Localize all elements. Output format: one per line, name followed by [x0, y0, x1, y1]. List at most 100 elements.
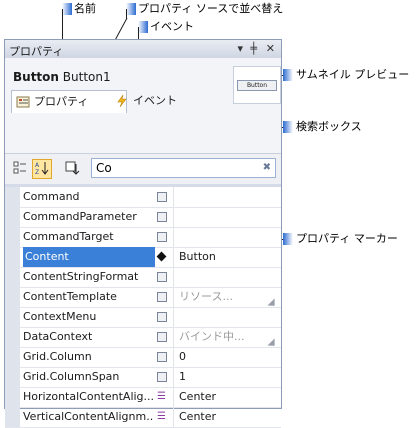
row-gutter — [5, 407, 20, 427]
properties-window: プロパティ ▾ ╪ ✕ Button Button1 プロパティ イベント Bu… — [4, 39, 282, 428]
property-marker-icon[interactable] — [157, 192, 167, 202]
alphabetical-sort-button[interactable]: AZ — [32, 159, 52, 179]
property-marker-icon[interactable]: ☰ — [157, 392, 167, 402]
property-row[interactable]: Command — [5, 187, 281, 208]
tab-events[interactable]: イベント — [111, 90, 203, 112]
row-gutter — [5, 227, 20, 247]
property-value[interactable]: 0 — [179, 347, 186, 367]
property-name: CommandTarget — [23, 230, 114, 243]
property-name: Grid.ColumnSpan — [23, 370, 120, 383]
column-divider — [173, 267, 174, 287]
property-row[interactable]: DataContext バインド中... — [5, 327, 281, 348]
tab-properties[interactable]: プロパティ — [11, 90, 127, 113]
sort-az-icon: AZ — [35, 162, 49, 176]
property-row[interactable]: ContentStringFormat — [5, 267, 281, 288]
property-name: Content — [23, 247, 155, 267]
search-input[interactable] — [92, 159, 256, 177]
row-gutter — [5, 367, 20, 387]
column-divider — [173, 227, 174, 247]
selection-header: Button Button1 プロパティ イベント Button — [5, 58, 281, 153]
svg-text:Z: Z — [35, 169, 39, 176]
row-gutter — [5, 327, 20, 347]
sort-source-icon — [65, 161, 80, 175]
property-value[interactable]: Center — [179, 407, 216, 427]
property-row[interactable]: HorizontalContentAlig... ☰ Center — [5, 387, 281, 408]
column-divider — [173, 407, 174, 427]
callout-search-box: 検索ボックス — [296, 120, 362, 133]
property-marker-icon[interactable] — [157, 212, 167, 222]
property-row[interactable]: VerticalContentAlignm... ☰ Center — [5, 407, 281, 428]
row-gutter — [5, 207, 20, 227]
callout-bar-search — [283, 121, 293, 133]
property-row[interactable]: ContentTemplate リソース... — [5, 287, 281, 308]
pin-icon[interactable]: ╪ — [250, 42, 257, 55]
row-gutter — [5, 247, 20, 267]
property-name: ContextMenu — [23, 310, 97, 323]
row-gutter — [5, 307, 20, 327]
clear-search-icon[interactable]: ✖ — [263, 162, 271, 173]
property-name: HorizontalContentAlig... — [23, 390, 153, 403]
property-value[interactable]: 1 — [179, 367, 186, 387]
column-divider — [173, 387, 174, 407]
callout-bar-sort — [126, 3, 136, 15]
toolbar: AZ ✖ — [5, 153, 281, 184]
window-title: プロパティ — [9, 45, 64, 58]
property-marker-icon[interactable] — [157, 372, 167, 382]
property-marker-icon[interactable] — [157, 292, 167, 302]
property-value[interactable]: Center — [179, 387, 216, 407]
property-grid: Command CommandParameter CommandTarget Cont… — [5, 187, 281, 428]
callout-event: イベント — [150, 20, 194, 33]
property-marker-icon[interactable] — [157, 332, 167, 342]
dropdown-corner-icon[interactable] — [267, 338, 275, 346]
property-row[interactable]: CommandTarget — [5, 227, 281, 248]
property-marker-icon[interactable] — [157, 312, 167, 322]
tab-properties-label: プロパティ — [34, 95, 89, 108]
property-name: ContentStringFormat — [23, 270, 139, 283]
close-icon[interactable]: ✕ — [266, 42, 275, 55]
property-name: DataContext — [23, 330, 93, 343]
properties-icon — [16, 95, 30, 109]
property-value[interactable]: Button — [179, 247, 216, 267]
column-divider — [173, 287, 174, 307]
property-marker-icon[interactable] — [157, 232, 167, 242]
category-sort-button[interactable] — [10, 159, 30, 179]
property-name: ContentTemplate — [23, 290, 117, 303]
property-name: Command — [23, 190, 80, 203]
category-icon — [13, 161, 26, 174]
callout-thumbnail: サムネイル プレビュー — [296, 68, 410, 81]
source-sort-button[interactable] — [62, 159, 82, 179]
property-row[interactable]: Grid.Column 0 — [5, 347, 281, 368]
title-bar: プロパティ ▾ ╪ ✕ — [5, 40, 281, 59]
column-divider — [173, 207, 174, 227]
property-marker-icon[interactable] — [157, 352, 167, 362]
property-marker-icon[interactable] — [157, 272, 167, 282]
search-box[interactable]: ✖ — [91, 158, 276, 178]
row-gutter — [5, 267, 20, 287]
dropdown-icon[interactable]: ▾ — [237, 42, 243, 55]
property-marker-icon[interactable] — [157, 252, 167, 262]
callout-bar-event — [138, 21, 148, 33]
column-divider — [173, 327, 174, 347]
column-divider — [173, 307, 174, 327]
property-value[interactable]: リソース... — [179, 287, 233, 307]
property-row[interactable]: Grid.ColumnSpan 1 — [5, 367, 281, 388]
property-name: CommandParameter — [23, 210, 137, 223]
callout-name: 名前 — [74, 2, 96, 15]
property-row[interactable]: ContextMenu — [5, 307, 281, 328]
row-gutter — [5, 287, 20, 307]
dropdown-corner-icon[interactable] — [267, 298, 275, 306]
row-gutter — [5, 387, 20, 407]
property-row[interactable]: CommandParameter — [5, 207, 281, 228]
row-gutter — [5, 187, 20, 207]
callout-bar-marker — [283, 233, 293, 245]
column-divider — [173, 347, 174, 367]
svg-text:A: A — [35, 162, 40, 169]
column-divider — [173, 367, 174, 387]
property-value[interactable]: バインド中... — [179, 327, 245, 347]
thumbnail-button: Button — [237, 80, 277, 91]
property-row[interactable]: Content Button — [5, 247, 281, 268]
element-name: Button1 — [62, 70, 111, 84]
thumbnail-preview: Button — [233, 66, 281, 104]
callout-property-marker: プロパティ マーカー — [296, 232, 398, 245]
selection-info: Button Button1 — [13, 70, 111, 84]
